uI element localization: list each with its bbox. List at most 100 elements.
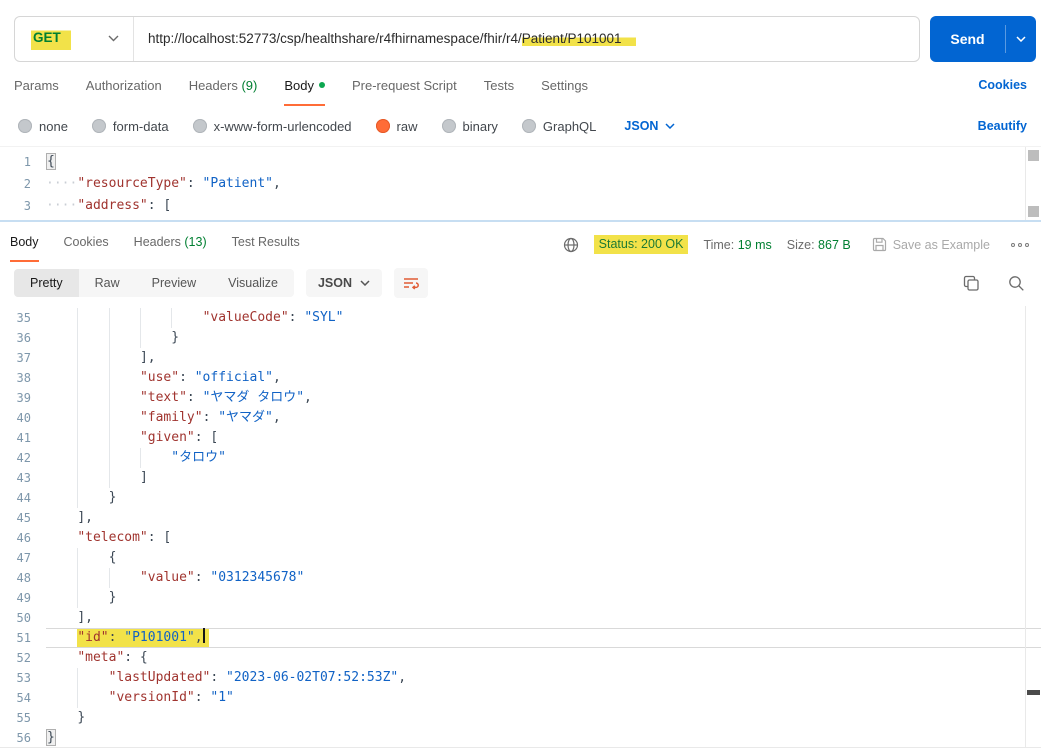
json-key: "text" xyxy=(139,390,187,405)
indent-guide xyxy=(46,308,77,328)
response-tab-label: Headers xyxy=(133,235,181,249)
send-options-button[interactable] xyxy=(1006,35,1036,42)
wrap-lines-button[interactable] xyxy=(394,268,428,298)
request-editor-scrollbar-end[interactable] xyxy=(1028,206,1039,217)
code-line: 37 ], xyxy=(0,348,1041,368)
code-line: 40 "family": "ヤマダ", xyxy=(0,408,1041,428)
code-line: 46 "telecom": [ xyxy=(0,528,1041,548)
url-input[interactable]: http://localhost:52773/csp/healthshare/r… xyxy=(134,31,919,46)
search-icon[interactable] xyxy=(1008,275,1025,292)
bracket-match-box: } xyxy=(46,729,56,746)
body-mode-binary[interactable]: binary xyxy=(441,118,498,134)
method-selector[interactable]: GET xyxy=(15,17,133,61)
line-number: 54 xyxy=(16,691,31,705)
response-tab-headers[interactable]: Headers (13) xyxy=(134,235,207,262)
code-line-content: "meta": { xyxy=(46,648,1041,668)
line-number: 53 xyxy=(16,671,31,685)
line-number: 3 xyxy=(23,199,31,213)
request-tab-label: Body xyxy=(284,78,314,93)
indent-guide xyxy=(46,448,77,468)
json-key: "given" xyxy=(139,430,195,445)
body-format-label: JSON xyxy=(624,119,659,133)
response-tab-test-results[interactable]: Test Results xyxy=(232,235,300,262)
radio-icon xyxy=(441,119,456,133)
request-tab-pre-request-script[interactable]: Pre-request Script xyxy=(352,78,457,106)
line-number: 37 xyxy=(16,351,31,365)
radio-icon xyxy=(192,119,207,133)
json-value: "official" xyxy=(194,370,274,385)
code-line-content: ], xyxy=(46,508,1041,528)
view-tab-raw[interactable]: Raw xyxy=(78,269,136,297)
code-line-content: "versionId": "1" xyxy=(46,688,1041,708)
code-line-content: { xyxy=(46,151,1041,173)
globe-icon xyxy=(563,237,578,252)
response-time: Time: 19 ms xyxy=(703,237,772,252)
indent-guide xyxy=(77,568,108,588)
request-editor-scrollbar-thumb[interactable] xyxy=(1028,150,1039,161)
request-tab-body[interactable]: Body xyxy=(284,78,325,106)
request-tab-tests[interactable]: Tests xyxy=(484,78,514,106)
line-number: 50 xyxy=(16,611,31,625)
body-format-selector[interactable]: JSON xyxy=(624,119,675,133)
line-number: 56 xyxy=(16,731,31,745)
body-mode-none[interactable]: none xyxy=(18,119,68,134)
copy-icon[interactable] xyxy=(963,275,980,292)
response-size: Size: 867 B xyxy=(786,237,851,252)
response-tab-label: Body xyxy=(10,235,39,249)
response-body-editor[interactable]: 35 "valueCode": "SYL" 36 } 37 ], 38 "use": … xyxy=(0,306,1041,748)
request-tab-label: Authorization xyxy=(85,78,162,93)
request-tab-authorization[interactable]: Authorization xyxy=(86,78,162,106)
save-as-example-button[interactable]: Save as Example xyxy=(872,237,990,252)
indent-guide xyxy=(46,528,77,548)
code-line: 2 ····"resourceType": "Patient", xyxy=(0,173,1041,195)
response-tab-body[interactable]: Body xyxy=(10,235,39,262)
whitespace-dots: ···· xyxy=(46,198,78,213)
body-mode-label: binary xyxy=(462,118,498,134)
view-tab-visualize[interactable]: Visualize xyxy=(212,269,294,297)
view-tab-preview[interactable]: Preview xyxy=(135,269,213,297)
indent-guide xyxy=(109,328,140,348)
response-format-selector[interactable]: JSON xyxy=(305,269,382,297)
json-value: "タロウ" xyxy=(171,450,226,465)
body-mode-graphql[interactable]: GraphQL xyxy=(521,119,596,134)
send-button[interactable]: Send xyxy=(930,15,1036,62)
indent-guide xyxy=(140,448,171,468)
request-tab-settings[interactable]: Settings xyxy=(541,78,588,106)
json-value: "SYL" xyxy=(304,310,344,325)
view-tab-pretty[interactable]: Pretty xyxy=(14,269,79,297)
body-mode-raw[interactable]: raw xyxy=(375,119,418,134)
response-tab-cookies[interactable]: Cookies xyxy=(64,235,109,262)
request-body-editor[interactable]: 1{2 ····"resourceType": "Patient", 3 ····"a… xyxy=(0,146,1041,220)
response-editor-scrollbar-thumb[interactable] xyxy=(1027,690,1040,695)
code-line-content: "use": "official", xyxy=(46,368,1041,388)
indent-guide xyxy=(109,408,140,428)
code-line-content: ····"resourceType": "Patient", xyxy=(46,176,281,191)
line-number: 47 xyxy=(16,551,31,565)
body-mode-form-data[interactable]: form-data xyxy=(91,119,169,134)
body-mode-bar: none form-data x-www-form-urlencoded raw bin… xyxy=(0,106,1041,140)
postman-request-view: GET http://localhost:52773/csp/healthsha… xyxy=(0,0,1041,748)
request-tab-label: Settings xyxy=(541,78,589,93)
indent-guide xyxy=(109,388,140,408)
whitespace-dots: ···· xyxy=(46,176,78,191)
request-tab-headers[interactable]: Headers (9) xyxy=(189,78,258,106)
json-value: "ヤマダ タロウ" xyxy=(202,390,305,405)
code-line-content: ], xyxy=(46,608,1041,628)
body-mode-x-www-form-urlencoded[interactable]: x-www-form-urlencoded xyxy=(192,119,352,134)
indent-guide xyxy=(77,308,108,328)
request-editor-scroll-track xyxy=(1025,147,1026,220)
json-key: "id" xyxy=(77,630,109,645)
json-value: "P101001" xyxy=(124,630,195,645)
json-key: "use" xyxy=(139,370,180,385)
tab-count-badge: (13) xyxy=(180,235,207,249)
cookies-link[interactable]: Cookies xyxy=(978,78,1027,92)
indent-guide xyxy=(46,588,77,608)
indent-guide xyxy=(77,348,108,368)
request-tab-params[interactable]: Params xyxy=(14,78,59,106)
line-number: 35 xyxy=(16,311,31,325)
indent-guide xyxy=(46,668,77,688)
chevron-down-icon xyxy=(108,35,119,42)
more-options-icon[interactable] xyxy=(1011,242,1029,247)
beautify-link[interactable]: Beautify xyxy=(978,119,1027,133)
json-value: "1" xyxy=(210,690,234,705)
